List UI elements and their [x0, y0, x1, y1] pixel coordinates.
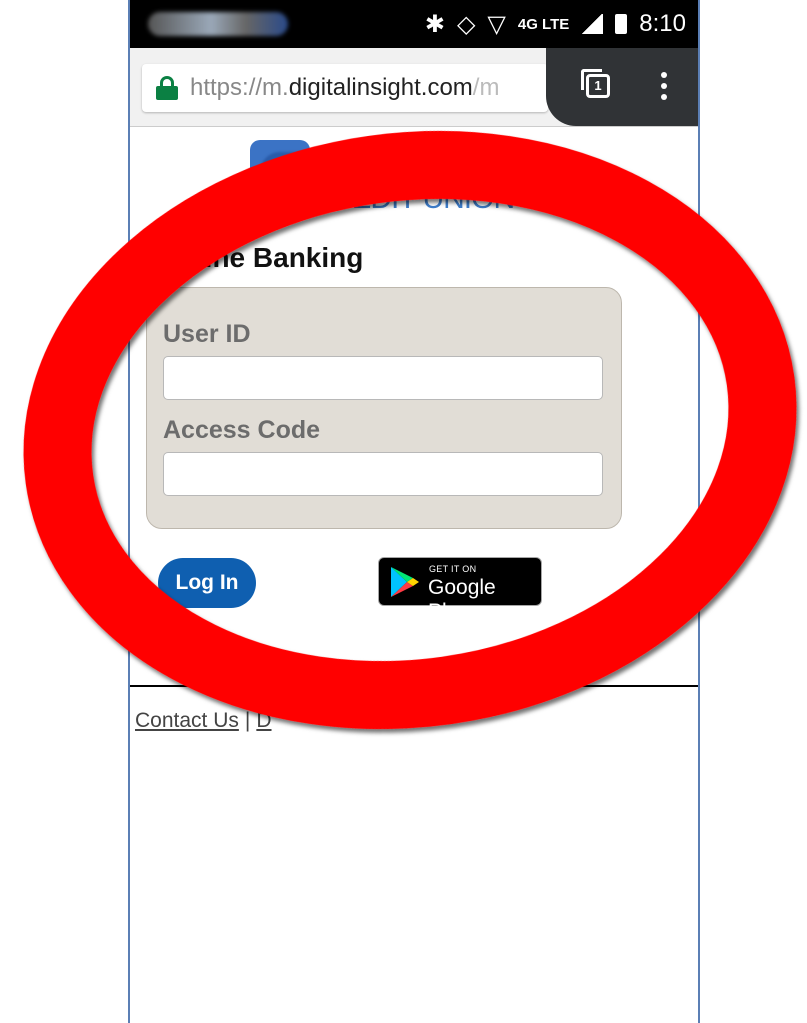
contact-us-link[interactable]: Contact Us	[135, 709, 239, 732]
url-host: digitalinsight.com	[288, 74, 473, 101]
phone-screen: ✱ ◇ ▽ 4G LTE 8:10 https://m.digitalinsig…	[128, 0, 700, 1023]
signal-icon	[581, 14, 604, 34]
notification-icons-blurred	[148, 12, 288, 36]
url-tail: /m	[472, 74, 500, 101]
battery-icon	[615, 14, 628, 34]
browser-controls: 1	[546, 48, 698, 126]
logo-text: CREDIT UNION	[310, 182, 515, 215]
login-form: User ID Access Code	[146, 287, 622, 529]
footer-link-2[interactable]: D	[256, 709, 271, 732]
access-code-label: Access Code	[163, 416, 321, 444]
address-bar[interactable]: https://m.digitalinsight.com/m	[142, 64, 548, 112]
url-text: https://m.digitalinsight.com/m	[190, 74, 499, 102]
log-in-button[interactable]: Log In	[158, 558, 256, 608]
user-id-label: User ID	[163, 320, 251, 348]
google-play-badge[interactable]: GET IT ON Google Play	[378, 557, 542, 623]
vibrate-icon: ◇	[456, 10, 476, 38]
sign-up-link[interactable]: up	[158, 632, 179, 654]
clock: 8:10	[639, 10, 686, 37]
page-title: Online Banking	[158, 242, 364, 273]
wifi-icon: ▽	[487, 10, 506, 38]
bluetooth-icon: ✱	[424, 10, 445, 38]
lock-icon	[156, 76, 178, 100]
footer-separator: |	[244, 709, 251, 732]
footer-links: Contact Us | D	[135, 709, 272, 733]
network-type: 4G LTE	[517, 15, 570, 33]
google-play-icon	[391, 567, 419, 597]
browser-toolbar: https://m.digitalinsight.com/m 1	[130, 48, 698, 127]
overflow-menu-icon[interactable]	[660, 72, 668, 106]
user-id-input[interactable]	[163, 356, 603, 400]
credit-union-logo: CREDIT UNION	[250, 140, 530, 220]
play-badge-large-text: Google Play	[428, 576, 496, 623]
access-code-input[interactable]	[163, 452, 603, 496]
status-bar: ✱ ◇ ▽ 4G LTE 8:10	[130, 0, 698, 48]
status-icons: ✱ ◇ ▽ 4G LTE 8:10	[425, 9, 686, 39]
url-prefix: https://m.	[190, 74, 289, 101]
tab-switcher-button[interactable]: 1	[581, 69, 610, 98]
play-badge-small-text: GET IT ON	[429, 564, 477, 574]
footer-divider	[130, 685, 698, 687]
